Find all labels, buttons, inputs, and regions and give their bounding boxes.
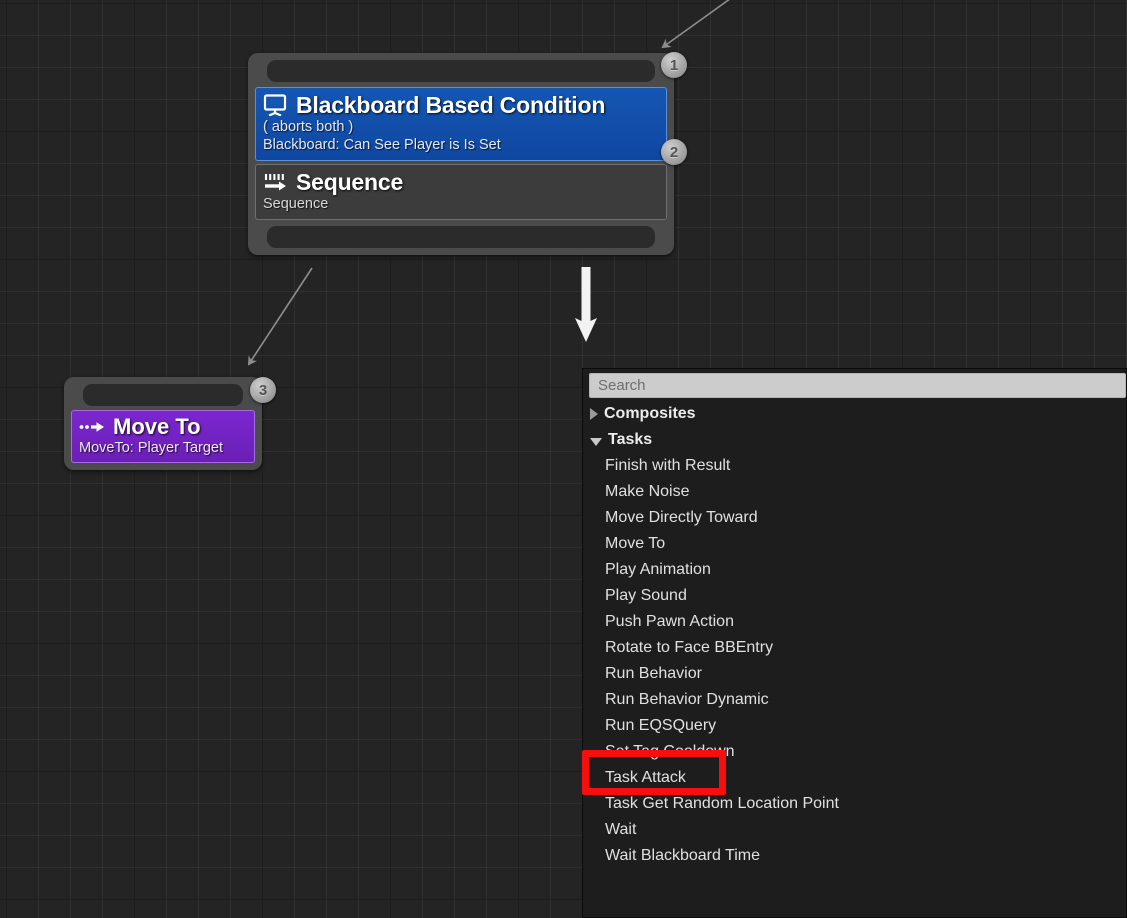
node-index-badge-1: 1 xyxy=(661,52,687,78)
blackboard-icon xyxy=(263,94,287,116)
new-node-context-menu[interactable]: Composites Tasks Finish with ResultMake … xyxy=(582,368,1127,918)
palette-item[interactable]: Wait xyxy=(583,817,1126,843)
task-subtitle: MoveTo: Player Target xyxy=(79,440,223,456)
task-title: Move To xyxy=(113,414,201,439)
decorator-abort-mode: ( aborts both ) xyxy=(263,119,354,135)
node-index-badge-2: 2 xyxy=(661,139,687,165)
decorator-blackboard-key: Blackboard: Can See Player is Is Set xyxy=(263,137,501,153)
decorator-blackboard-based-condition[interactable]: Blackboard Based Condition ( aborts both… xyxy=(255,87,667,161)
sequence-icon xyxy=(263,171,287,193)
palette-item[interactable]: Make Noise xyxy=(583,479,1126,505)
palette-item[interactable]: Move To xyxy=(583,531,1126,557)
palette-item[interactable]: Push Pawn Action xyxy=(583,609,1126,635)
chevron-right-icon[interactable] xyxy=(590,408,598,420)
behavior-tree-node-sequence[interactable]: Blackboard Based Condition ( aborts both… xyxy=(248,53,674,255)
composite-sequence[interactable]: Sequence Sequence xyxy=(255,164,667,220)
behavior-tree-node-move-to[interactable]: Move To MoveTo: Player Target xyxy=(64,377,262,470)
task-move-to[interactable]: Move To MoveTo: Player Target xyxy=(71,410,255,463)
palette-item[interactable]: Run Behavior xyxy=(583,661,1126,687)
palette-item[interactable]: Play Sound xyxy=(583,583,1126,609)
palette-item[interactable]: Move Directly Toward xyxy=(583,505,1126,531)
palette-group-composites[interactable]: Composites xyxy=(583,401,1126,427)
node-index-badge-3: 3 xyxy=(250,377,276,403)
palette-item[interactable]: Run Behavior Dynamic xyxy=(583,687,1126,713)
palette-item[interactable]: Rotate to Face BBEntry xyxy=(583,635,1126,661)
move-to-input-pin[interactable] xyxy=(83,384,243,406)
palette-item[interactable]: Set Tag Cooldown xyxy=(583,739,1126,765)
search-input[interactable] xyxy=(589,373,1126,398)
palette-group-label: Composites xyxy=(604,405,696,422)
move-to-arrow-icon xyxy=(79,418,105,436)
palette-item[interactable]: Play Animation xyxy=(583,557,1126,583)
composite-subtitle: Sequence xyxy=(263,196,329,212)
palette-item[interactable]: Wait Blackboard Time xyxy=(583,843,1126,869)
node-input-pin[interactable] xyxy=(267,60,655,82)
palette-task-list: Finish with Result Make Noise Move Directl… xyxy=(583,453,1126,869)
composite-title: Sequence xyxy=(296,169,404,195)
chevron-down-icon[interactable] xyxy=(590,437,602,446)
palette-item[interactable]: Task Attack xyxy=(583,765,1126,791)
palette-item[interactable]: Run EQSQuery xyxy=(583,713,1126,739)
palette-group-tasks[interactable]: Tasks xyxy=(583,427,1126,453)
decorator-title: Blackboard Based Condition xyxy=(296,92,606,118)
palette-group-label: Tasks xyxy=(608,431,653,448)
search-row xyxy=(583,369,1126,401)
node-output-pin[interactable] xyxy=(267,226,655,248)
palette-item[interactable]: Finish with Result xyxy=(583,453,1126,479)
palette-item[interactable]: Task Get Random Location Point xyxy=(583,791,1126,817)
